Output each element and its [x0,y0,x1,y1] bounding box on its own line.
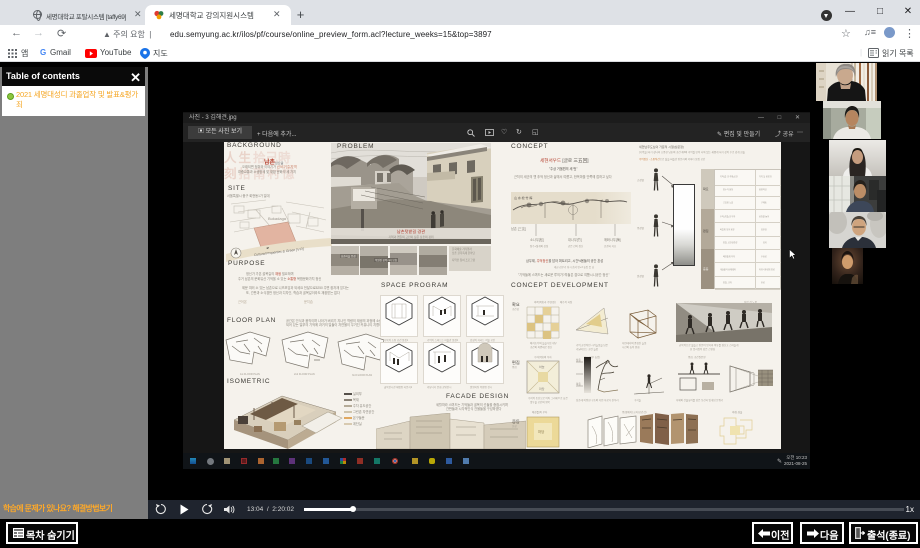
svg-text:마당: 마당 [538,429,544,434]
svg-text:山 水 松 竹 梅: 山 水 松 竹 梅 [514,195,532,200]
svg-text:Bukadaga: Bukadaga [268,216,287,221]
svg-text:하층: 하층 [576,382,581,386]
svg-text:상층: 상층 [576,358,581,362]
svg-text:마당: 마당 [539,386,545,391]
svg-text:하늘: 하늘 [539,364,545,369]
